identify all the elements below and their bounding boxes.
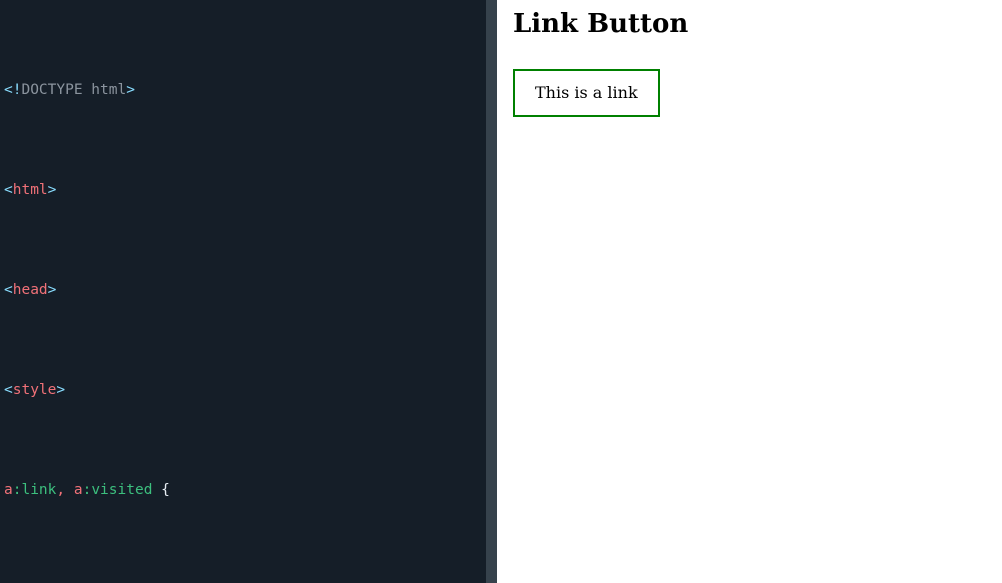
code-token-punct: >	[56, 382, 66, 398]
code-pane-scrollbar[interactable]	[486, 0, 497, 583]
link-button[interactable]: This is a link	[513, 69, 660, 117]
code-source-listing[interactable]: <!DOCTYPE html> <html> <head> <style> a:…	[4, 0, 497, 583]
page-title: Link Button	[513, 9, 689, 39]
code-token-tag: html	[12, 182, 48, 198]
code-line: <style>	[4, 380, 497, 400]
code-preview-split-view: <!DOCTYPE html> <html> <head> <style> a:…	[0, 0, 1002, 583]
code-token-selector: a	[4, 482, 13, 498]
code-line: <head>	[4, 280, 497, 300]
code-token-punct: <	[4, 182, 13, 198]
code-line: <!DOCTYPE html>	[4, 80, 497, 100]
code-token-tag: head	[12, 282, 48, 298]
code-token-doctype: DOCTYPE html	[21, 82, 127, 98]
rendered-result-pane: Link Button This is a link	[497, 0, 1002, 583]
code-token-punct: <	[4, 282, 13, 298]
code-token-punct: >	[47, 182, 57, 198]
code-token-selector: a	[73, 482, 83, 498]
code-token-comma: ,	[56, 482, 74, 498]
code-token-pseudo: :link	[12, 482, 57, 498]
code-editor-pane[interactable]: <!DOCTYPE html> <html> <head> <style> a:…	[0, 0, 497, 583]
code-line: <html>	[4, 180, 497, 200]
code-token-punct: <!	[4, 82, 22, 98]
code-token-punct: >	[47, 282, 57, 298]
code-token-brace: {	[152, 482, 170, 498]
code-line: a:link, a:visited {	[4, 480, 497, 500]
code-token-punct: >	[126, 82, 135, 98]
code-token-pseudo: :visited	[82, 482, 153, 498]
code-token-punct: <	[4, 382, 13, 398]
code-token-tag: style	[12, 382, 57, 398]
